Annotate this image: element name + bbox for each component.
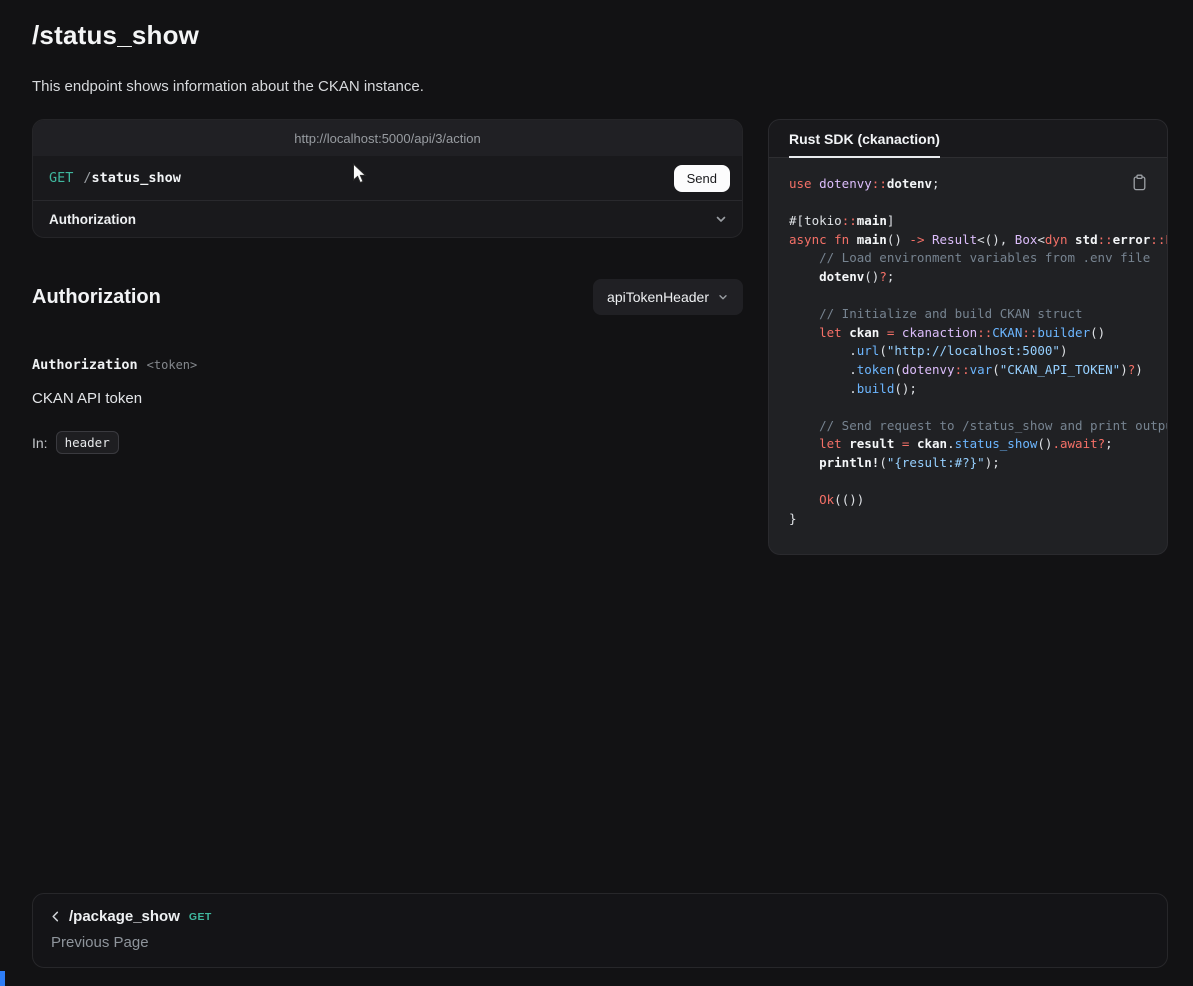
previous-page-path: /package_show	[69, 908, 180, 925]
endpoint-description: This endpoint shows information about th…	[32, 78, 1168, 95]
http-method-badge: GET	[49, 170, 73, 186]
chevron-down-icon	[717, 291, 729, 303]
scroll-indicator-bar	[0, 971, 5, 986]
sdk-panel-header: Rust SDK (ckanaction)	[769, 120, 1167, 158]
request-row: GET /status_show Send	[33, 156, 742, 200]
auth-param-type: <token>	[147, 358, 198, 372]
auth-param-in-row: In: header	[32, 431, 743, 454]
chevron-down-icon	[714, 212, 728, 226]
sdk-code-body: use dotenvy::dotenv; #[tokio::main]async…	[769, 158, 1167, 554]
request-path-slash: /	[83, 170, 91, 186]
in-value-badge: header	[56, 431, 119, 454]
auth-section-heading: Authorization	[32, 286, 161, 309]
base-url-text: http://localhost:5000/api/3/action	[294, 131, 480, 146]
request-path: /status_show	[83, 170, 181, 186]
request-path-name: status_show	[92, 170, 181, 186]
right-column: Rust SDK (ckanaction) use dotenvy::doten…	[768, 119, 1168, 555]
left-column: http://localhost:5000/api/3/action GET /…	[32, 119, 743, 454]
clipboard-icon	[1132, 174, 1147, 191]
previous-page-method-badge: GET	[189, 911, 212, 923]
auth-param-row: Authorization <token>	[32, 357, 743, 373]
auth-scheme-selected: apiTokenHeader	[607, 289, 709, 305]
sdk-tab-rust[interactable]: Rust SDK (ckanaction)	[789, 120, 940, 158]
auth-collapsible-row[interactable]: Authorization	[33, 200, 742, 237]
auth-row-label: Authorization	[49, 212, 136, 227]
auth-param-name: Authorization	[32, 357, 138, 373]
copy-code-button[interactable]	[1130, 172, 1149, 193]
request-test-card: http://localhost:5000/api/3/action GET /…	[32, 119, 743, 238]
footer-row1: /package_show GET	[49, 908, 1151, 925]
previous-page-label: Previous Page	[49, 934, 1151, 951]
auth-scheme-dropdown[interactable]: apiTokenHeader	[593, 279, 743, 315]
in-label: In:	[32, 435, 48, 451]
sdk-code-panel: Rust SDK (ckanaction) use dotenvy::doten…	[768, 119, 1168, 555]
authorization-section: Authorization apiTokenHeader Authorizati…	[32, 279, 743, 454]
send-button[interactable]: Send	[674, 165, 730, 192]
code-block: use dotenvy::dotenv; #[tokio::main]async…	[789, 175, 1147, 528]
chevron-left-icon	[49, 910, 62, 923]
page: /status_show This endpoint shows informa…	[0, 0, 1193, 986]
request-card-header: http://localhost:5000/api/3/action	[33, 120, 742, 156]
page-title: /status_show	[32, 20, 1168, 51]
main-row: http://localhost:5000/api/3/action GET /…	[32, 119, 1168, 555]
auth-param-description: CKAN API token	[32, 390, 743, 407]
auth-heading-row: Authorization apiTokenHeader	[32, 279, 743, 315]
previous-page-link[interactable]: /package_show GET Previous Page	[32, 893, 1168, 968]
